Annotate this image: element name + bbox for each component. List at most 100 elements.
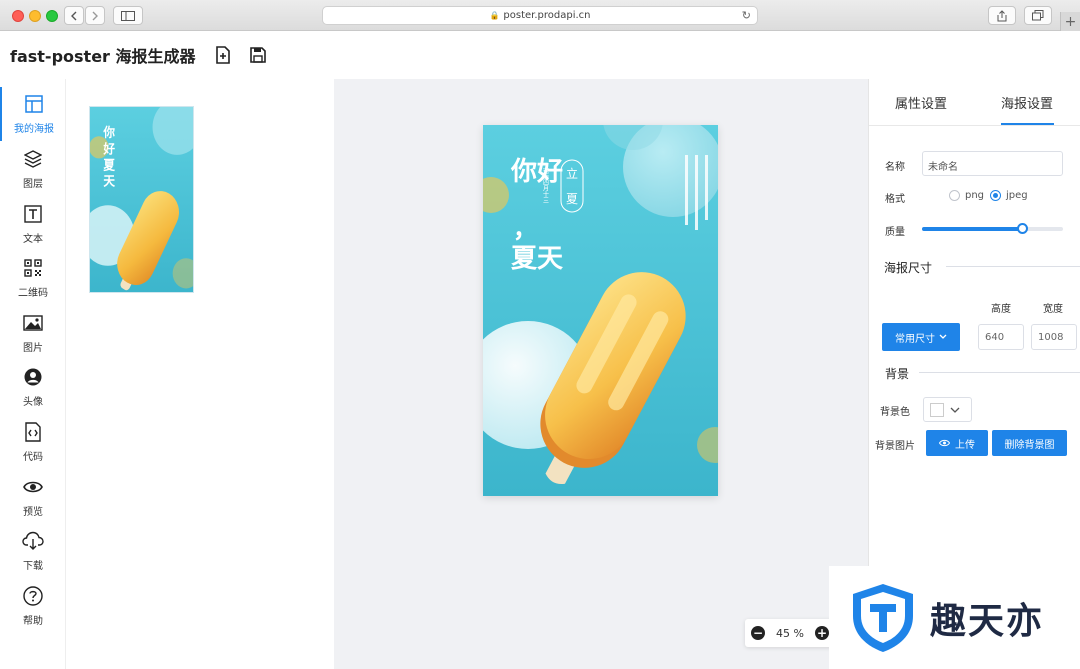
tool-label: 图层 — [23, 179, 43, 190]
tool-help[interactable]: 帮助 — [0, 579, 66, 633]
delete-background-button[interactable]: 删除背景图 — [992, 430, 1067, 456]
svg-text:夏: 夏 — [102, 157, 115, 173]
height-input[interactable]: 640 — [978, 324, 1024, 350]
tool-layers[interactable]: 图层 — [0, 142, 66, 196]
tool-qrcode[interactable]: 二维码 — [0, 251, 66, 305]
lunar-date: 农历四月十三 — [542, 166, 549, 203]
close-window-button[interactable] — [12, 10, 24, 22]
layout-icon — [25, 95, 43, 113]
svg-text:好: 好 — [102, 141, 115, 157]
tabs-overview-button[interactable] — [1024, 6, 1052, 25]
qrcode-icon — [24, 259, 42, 277]
app-title: fast-poster 海报生成器 — [10, 47, 196, 66]
tabs-icon — [1032, 10, 1044, 21]
radio-label: png — [965, 190, 985, 201]
sidebar-icon — [121, 10, 135, 21]
code-icon — [25, 422, 41, 442]
tool-label: 文本 — [23, 234, 43, 245]
headline-comma: ， — [513, 214, 537, 243]
shield-logo-icon — [853, 583, 913, 652]
panel-tabs: 属性设置 海报设置 — [869, 79, 1080, 126]
tool-label: 帮助 — [23, 616, 43, 627]
file-plus-icon — [215, 46, 230, 64]
eye-icon — [939, 439, 950, 447]
poster-canvas[interactable]: 你好 ， 夏天 立 夏 农历四月十三 — [483, 125, 718, 496]
headline-char: 夏天 — [511, 244, 563, 274]
app-header: fast-poster 海报生成器 — [0, 31, 1080, 79]
format-label: 格式 — [885, 194, 905, 205]
poster-name-input[interactable]: 未命名 — [922, 151, 1063, 176]
seal-char: 夏 — [566, 192, 578, 206]
sidebar-toggle-button[interactable] — [113, 6, 143, 25]
lock-icon: 🔒 — [489, 11, 500, 20]
slider-fill — [922, 227, 1023, 231]
bg-color-label: 背景色 — [880, 407, 910, 418]
quality-slider[interactable] — [922, 223, 1063, 234]
tool-text[interactable]: 文本 — [0, 197, 66, 251]
reload-icon[interactable]: ↻ — [742, 9, 751, 22]
maximize-window-button[interactable] — [46, 10, 58, 22]
radio-circle — [949, 190, 960, 201]
address-bar[interactable]: 🔒 poster.prodapi.cn ↻ — [322, 6, 758, 25]
back-button[interactable] — [64, 6, 84, 25]
tool-avatar[interactable]: 头像 — [0, 360, 66, 414]
avatar-icon — [24, 368, 42, 386]
save-poster-button[interactable] — [248, 45, 268, 65]
radio-label: jpeg — [1006, 190, 1028, 201]
chevron-left-icon — [71, 11, 77, 20]
cloud-download-icon — [22, 531, 44, 550]
tool-label: 头像 — [23, 397, 43, 408]
slider-handle[interactable] — [1017, 223, 1029, 234]
minimize-window-button[interactable] — [29, 10, 41, 22]
bg-image-label: 背景图片 — [875, 441, 915, 452]
chevron-down-icon — [939, 334, 947, 339]
headline-char: 你好 — [510, 157, 563, 187]
tool-label: 二维码 — [18, 288, 48, 299]
bg-color-picker[interactable] — [923, 397, 972, 422]
forward-button[interactable] — [85, 6, 105, 25]
seal-char: 立 — [566, 166, 578, 181]
url-text: poster.prodapi.cn — [503, 10, 591, 21]
name-label: 名称 — [885, 162, 905, 173]
divider — [946, 266, 1080, 267]
format-png-radio[interactable]: png — [949, 190, 984, 201]
text-icon — [24, 205, 42, 223]
watermark-text: 趣天亦 — [930, 600, 1045, 642]
color-swatch — [930, 402, 944, 417]
zoom-value: 45 % — [776, 626, 804, 640]
radio-circle — [990, 190, 1001, 201]
tool-my-posters[interactable]: 我的海报 — [0, 87, 66, 141]
size-section-title: 海报尺寸 — [884, 261, 933, 275]
format-jpeg-radio[interactable]: jpeg — [990, 190, 1028, 201]
width-label: 宽度 — [1043, 304, 1063, 315]
poster-list-panel: 你 好 夏 天 — [66, 79, 334, 669]
zoom-in-button[interactable]: + — [814, 626, 829, 640]
tab-poster-settings[interactable]: 海报设置 — [1001, 93, 1053, 112]
tool-label: 下载 — [23, 561, 43, 572]
preset-size-label: 常用尺寸 — [895, 333, 935, 345]
tool-label: 代码 — [23, 452, 43, 463]
tab-property-settings[interactable]: 属性设置 — [895, 93, 947, 112]
tool-download[interactable]: 下载 — [0, 524, 66, 578]
new-poster-button[interactable] — [213, 45, 233, 65]
poster-thumbnail[interactable]: 你 好 夏 天 — [89, 106, 194, 293]
delete-background-label: 删除背景图 — [1004, 439, 1055, 451]
width-input[interactable]: 1008 — [1031, 324, 1077, 350]
zoom-out-button[interactable]: − — [751, 626, 765, 640]
preset-size-button[interactable]: 常用尺寸 — [882, 323, 960, 351]
new-tab-button[interactable]: + — [1060, 12, 1080, 31]
editor-canvas[interactable]: 你好 ， 夏天 立 夏 农历四月十三 − 45 % + — [334, 79, 868, 669]
height-label: 高度 — [991, 304, 1011, 315]
tool-image[interactable]: 图片 — [0, 306, 66, 360]
help-icon — [23, 586, 43, 606]
upload-button[interactable]: 上传 — [926, 430, 988, 456]
svg-text:天: 天 — [103, 173, 115, 189]
chevron-down-icon — [950, 407, 960, 413]
layers-icon — [24, 150, 42, 168]
background-section-title: 背景 — [885, 367, 910, 381]
tool-preview[interactable]: 预览 — [0, 470, 66, 524]
divider — [919, 372, 1080, 373]
share-button[interactable] — [988, 6, 1016, 25]
tool-code[interactable]: 代码 — [0, 415, 66, 469]
active-tab-indicator — [1001, 123, 1054, 125]
